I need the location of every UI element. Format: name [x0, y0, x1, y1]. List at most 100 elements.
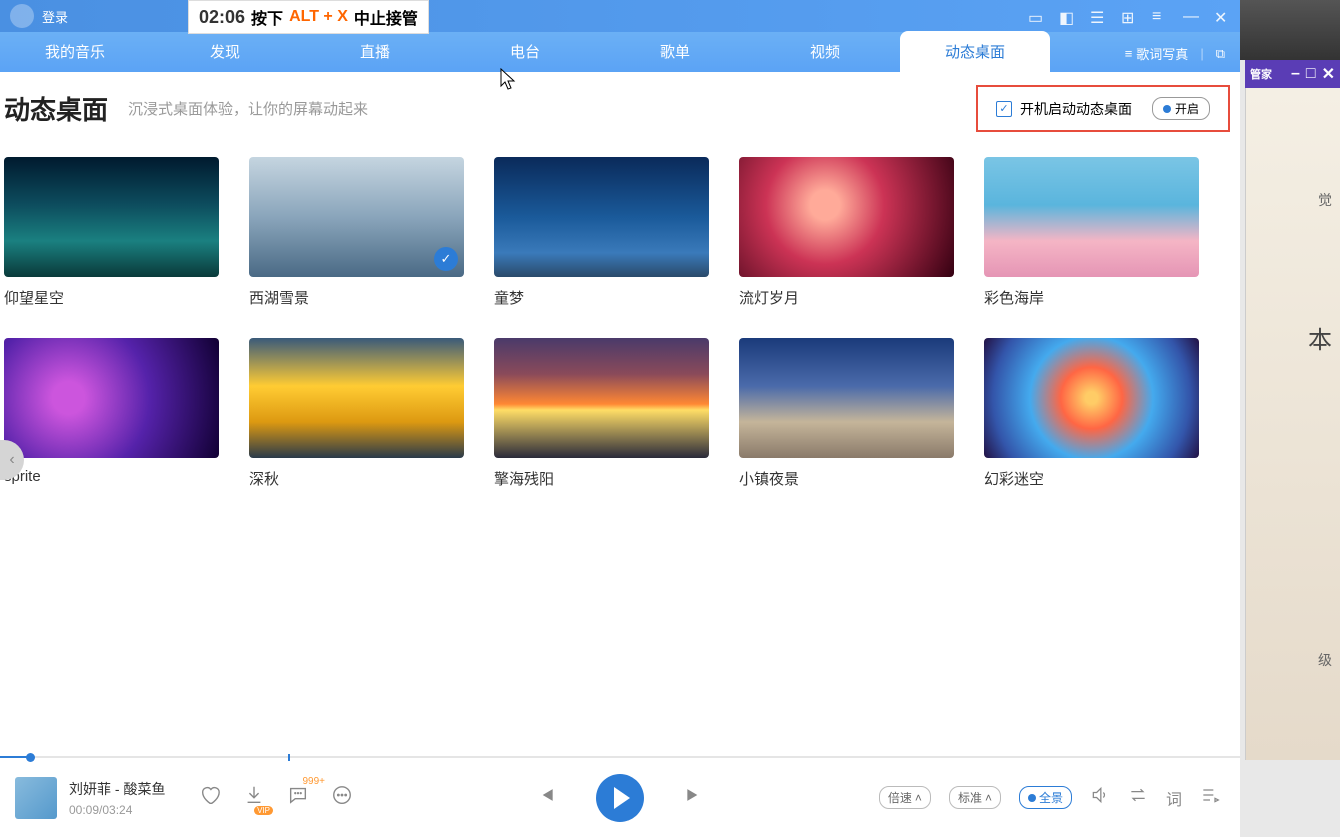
tab-dynamic-desktop[interactable]: 动态桌面: [900, 31, 1050, 72]
wallpaper-card[interactable]: 幻彩迷空: [984, 338, 1199, 489]
comment-count: 999+: [302, 776, 325, 787]
background-window: 觉 本 级: [1245, 60, 1340, 760]
wallpaper-card[interactable]: 彩色海岸: [984, 157, 1199, 308]
header-icon-1[interactable]: ▭: [1028, 8, 1044, 24]
download-button[interactable]: VIP: [243, 784, 265, 811]
wallpaper-title: 深秋: [249, 468, 464, 489]
wallpaper-title: 彩色海岸: [984, 287, 1199, 308]
wallpaper-thumbnail: [739, 157, 954, 277]
tabs-right-controls: ≡ 歌词写真 | ⧉: [1125, 44, 1225, 63]
hotkey-tooltip: 02:06 按下 ALT + X 中止接管: [188, 0, 429, 34]
wallpaper-thumbnail: [739, 338, 954, 458]
wallpaper-title: 童梦: [494, 287, 709, 308]
progress-track[interactable]: [0, 756, 1240, 758]
player-bar: 刘妍菲 - 酸菜鱼 00:09/03:24 VIP 999+: [0, 757, 1240, 837]
tab-playlist[interactable]: 歌单: [600, 31, 750, 72]
wallpaper-title: 流灯岁月: [739, 287, 954, 308]
toggle-label: 开启: [1175, 100, 1199, 117]
volume-button[interactable]: [1090, 785, 1110, 810]
wallpaper-thumbnail: [249, 338, 464, 458]
checkbox-label: 开机启动动态桌面: [1020, 99, 1132, 119]
vip-badge: VIP: [254, 806, 273, 815]
minimize-icon[interactable]: —: [1183, 8, 1199, 24]
speed-label: 倍速: [888, 789, 912, 806]
tab-my-music[interactable]: 我的音乐: [0, 31, 150, 72]
header-icon-2[interactable]: ◧: [1059, 8, 1075, 24]
lyrics-photo-link[interactable]: ≡ 歌词写真: [1125, 44, 1189, 63]
lyrics-button[interactable]: 词: [1166, 786, 1182, 810]
close-icon[interactable]: ✕: [1214, 8, 1230, 24]
playlist-button[interactable]: [1200, 785, 1220, 810]
app-header: 登录 ▭ ◧ ☰ ⊞ ≡ — ✕: [0, 0, 1240, 32]
selected-check-icon: ✓: [434, 247, 458, 271]
like-button[interactable]: [199, 784, 221, 811]
comment-button[interactable]: 999+: [287, 784, 309, 811]
panorama-button[interactable]: 全景: [1019, 786, 1072, 809]
quality-button[interactable]: 标准 ˄: [949, 786, 1001, 809]
page-subtitle: 沉浸式桌面体验，让你的屏幕动起来: [128, 98, 368, 119]
bg-text: 觉: [1318, 190, 1332, 210]
toggle-dot: [1163, 105, 1171, 113]
more-button[interactable]: [331, 784, 353, 811]
wallpaper-thumbnail: [984, 157, 1199, 277]
wallpaper-card[interactable]: ✓ 西湖雪景: [249, 157, 464, 308]
wallpaper-card[interactable]: 童梦: [494, 157, 709, 308]
wallpaper-grid: 仰望星空 ✓ 西湖雪景 童梦 流灯岁月 彩色海岸 sprite 深秋: [4, 157, 1240, 489]
header-icon-4[interactable]: ⊞: [1121, 8, 1137, 24]
wallpaper-thumbnail: ✓: [249, 157, 464, 277]
wallpaper-thumbnail: [4, 157, 219, 277]
tab-discover[interactable]: 发现: [150, 31, 300, 72]
play-button[interactable]: [596, 774, 644, 822]
dot-icon: [1028, 794, 1036, 802]
wallpaper-card[interactable]: 小镇夜景: [739, 338, 954, 489]
tooltip-after: 中止接管: [354, 5, 418, 29]
enable-toggle[interactable]: 开启: [1152, 97, 1210, 120]
quality-label: 标准: [958, 789, 982, 806]
login-text[interactable]: 登录: [42, 7, 68, 26]
header-icon-3[interactable]: ☰: [1090, 8, 1106, 24]
tooltip-time: 02:06: [199, 7, 245, 28]
bg-text: 级: [1318, 650, 1332, 670]
progress-handle[interactable]: [26, 753, 35, 762]
song-time: 00:09/03:24: [69, 803, 189, 817]
player-actions: VIP 999+: [199, 784, 353, 811]
progress-marker: [288, 754, 290, 761]
lyrics-label: 歌词写真: [1136, 44, 1188, 63]
bg-app-label: 管家: [1250, 66, 1272, 82]
header-icons: ▭ ◧ ☰ ⊞ ≡ — ✕: [1028, 8, 1230, 24]
wallpaper-thumbnail: [494, 338, 709, 458]
prev-track-button[interactable]: [536, 785, 556, 811]
music-app-window: 登录 ▭ ◧ ☰ ⊞ ≡ — ✕ 02:06 按下 ALT + X 中止接管 我…: [0, 0, 1240, 837]
album-art[interactable]: [15, 777, 57, 819]
content-area: 动态桌面 沉浸式桌面体验，让你的屏幕动起来 ✓ 开机启动动态桌面 开启 仰望星空…: [0, 72, 1240, 757]
autostart-checkbox[interactable]: ✓ 开机启动动态桌面: [996, 99, 1132, 119]
player-right-controls: 倍速 ˄ 标准 ˄ 全景 词: [879, 785, 1220, 810]
tab-live[interactable]: 直播: [300, 31, 450, 72]
wallpaper-card[interactable]: 流灯岁月: [739, 157, 954, 308]
tab-radio[interactable]: 电台: [450, 31, 600, 72]
song-info: 刘妍菲 - 酸菜鱼 00:09/03:24: [69, 779, 189, 817]
speed-button[interactable]: 倍速 ˄: [879, 786, 931, 809]
page-controls-box: ✓ 开机启动动态桌面 开启: [976, 85, 1230, 132]
page-header: 动态桌面 沉浸式桌面体验，让你的屏幕动起来 ✓ 开机启动动态桌面 开启: [4, 90, 1240, 127]
tab-video[interactable]: 视频: [750, 31, 900, 72]
song-title[interactable]: 刘妍菲 - 酸菜鱼: [69, 779, 189, 799]
wallpaper-title: 擎海残阳: [494, 468, 709, 489]
wallpaper-card[interactable]: 仰望星空: [4, 157, 219, 308]
wallpaper-card[interactable]: 深秋: [249, 338, 464, 489]
main-tabs: 我的音乐 发现 直播 电台 歌单 视频 动态桌面 ≡ 歌词写真 | ⧉: [0, 32, 1240, 72]
next-track-button[interactable]: [684, 785, 704, 811]
wallpaper-card[interactable]: sprite: [4, 338, 219, 489]
tooltip-before: 按下: [251, 5, 283, 29]
wallpaper-thumbnail: [4, 338, 219, 458]
copy-icon[interactable]: ⧉: [1216, 46, 1225, 62]
checkbox-icon: ✓: [996, 101, 1012, 117]
wallpaper-card[interactable]: 擎海残阳: [494, 338, 709, 489]
page-title: 动态桌面: [4, 90, 108, 127]
background-titlebar: 管家 –□✕: [1245, 60, 1340, 88]
header-icon-5[interactable]: ≡: [1152, 8, 1168, 24]
wallpaper-title: sprite: [4, 468, 219, 485]
app-logo[interactable]: [10, 4, 34, 28]
repeat-button[interactable]: [1128, 785, 1148, 810]
wallpaper-thumbnail: [494, 157, 709, 277]
